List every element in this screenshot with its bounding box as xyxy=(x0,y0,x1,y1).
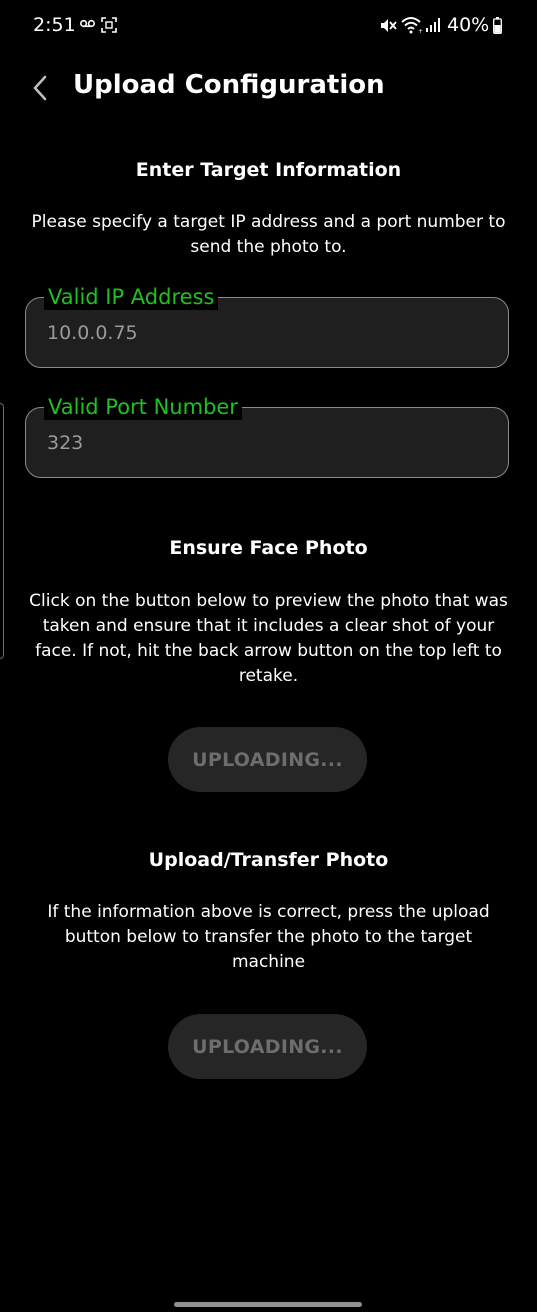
target-info-description: Please specify a target IP address and a… xyxy=(31,212,506,257)
back-button[interactable] xyxy=(22,70,58,106)
edge-panel-handle[interactable] xyxy=(0,403,4,659)
ip-address-field[interactable]: Valid IP Address 10.0.0.75 xyxy=(25,284,509,368)
preview-photo-button[interactable]: UPLOADING... xyxy=(168,727,367,792)
voicemail-icon xyxy=(80,19,95,28)
port-number-field[interactable]: Valid Port Number 323 xyxy=(25,394,509,478)
face-photo-description: Click on the button below to preview the… xyxy=(29,591,508,686)
target-info-heading: Enter Target Information xyxy=(135,159,402,181)
ip-address-label: Valid IP Address xyxy=(44,284,219,310)
status-bar: 2:51 + 40% xyxy=(0,0,537,54)
wifi-icon: + xyxy=(401,17,423,34)
page-title: Upload Configuration xyxy=(73,70,385,100)
face-photo-heading: Ensure Face Photo xyxy=(169,537,368,559)
battery-icon xyxy=(493,17,502,34)
port-number-label: Valid Port Number xyxy=(44,394,242,420)
mute-icon xyxy=(381,19,397,32)
signal-icon xyxy=(426,18,440,32)
chevron-left-icon xyxy=(33,75,47,101)
screenshot-icon xyxy=(101,17,117,33)
ip-address-value[interactable]: 10.0.0.75 xyxy=(47,322,138,344)
svg-text:+: + xyxy=(418,28,423,34)
battery-percent: 40% xyxy=(447,14,490,36)
upload-photo-button[interactable]: UPLOADING... xyxy=(168,1014,367,1079)
upload-photo-description: If the information above is correct, pre… xyxy=(47,902,490,972)
upload-photo-heading: Upload/Transfer Photo xyxy=(148,849,389,871)
status-time: 2:51 xyxy=(33,14,76,36)
gesture-navigation-bar[interactable] xyxy=(174,1302,362,1307)
port-number-value[interactable]: 323 xyxy=(47,432,83,454)
